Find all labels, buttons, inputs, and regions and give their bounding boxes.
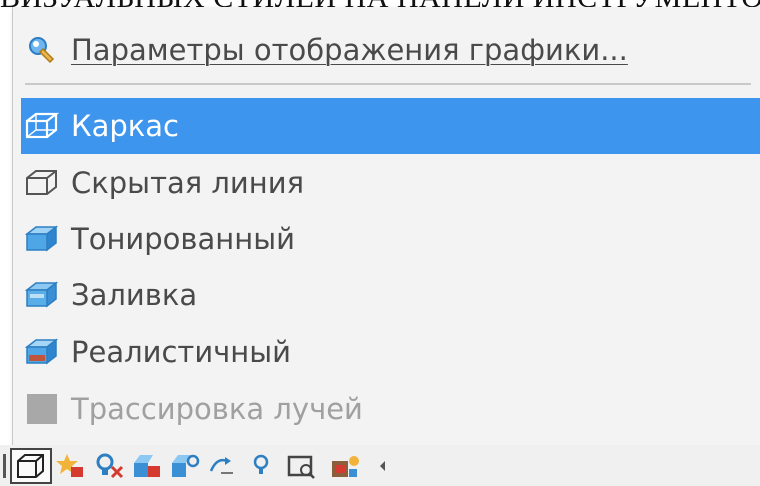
menu-item-label: Каркас	[71, 109, 179, 143]
visual-style-menu: Параметры отображения графики... Каркас	[12, 7, 760, 447]
shaded-cube-icon	[21, 221, 63, 257]
visual-style-cube-icon[interactable]	[10, 447, 52, 484]
menu-item-hidden-line[interactable]: Скрытая линия	[21, 155, 760, 211]
ray-tracing-icon	[21, 391, 63, 427]
menu-item-label: Заливка	[71, 278, 198, 312]
light-bulb-icon[interactable]	[242, 448, 280, 484]
render-window-icon[interactable]	[280, 448, 324, 484]
menu-item-label: Тонированный	[71, 222, 295, 256]
menu-item-flat-fill[interactable]: Заливка	[21, 267, 760, 323]
materials-icon[interactable]	[324, 448, 368, 484]
render-star-icon[interactable]	[52, 448, 90, 484]
menu-item-label: Скрытая линия	[71, 166, 305, 200]
display-settings-icon	[21, 32, 63, 68]
menu-item-wireframe[interactable]: Каркас	[21, 98, 760, 154]
camera-icon[interactable]	[204, 448, 242, 484]
flat-fill-cube-icon	[21, 277, 63, 313]
menu-item-label: Параметры отображения графики...	[71, 33, 628, 67]
menu-item-shaded[interactable]: Тонированный	[21, 211, 760, 267]
menu-item-label: Реалистичный	[71, 335, 292, 369]
wireframe-cube-icon	[21, 108, 63, 144]
realistic-cube-icon	[21, 334, 63, 370]
menu-item-ray-tracing: Трассировка лучей	[21, 381, 760, 437]
menu-item-display-settings[interactable]: Параметры отображения графики...	[21, 22, 760, 78]
menu-item-label: Трассировка лучей	[71, 392, 363, 426]
overflow-arrow-icon[interactable]	[368, 448, 398, 484]
light-delete-icon[interactable]	[90, 448, 128, 484]
toolbar-edge	[0, 448, 10, 484]
menu-item-realistic[interactable]: Реалистичный	[21, 324, 760, 380]
light-edit-icon[interactable]	[128, 448, 166, 484]
render-toolbar	[0, 445, 760, 486]
hidden-line-cube-icon	[21, 165, 63, 201]
sun-icon[interactable]	[166, 448, 204, 484]
menu-separator	[25, 83, 751, 85]
